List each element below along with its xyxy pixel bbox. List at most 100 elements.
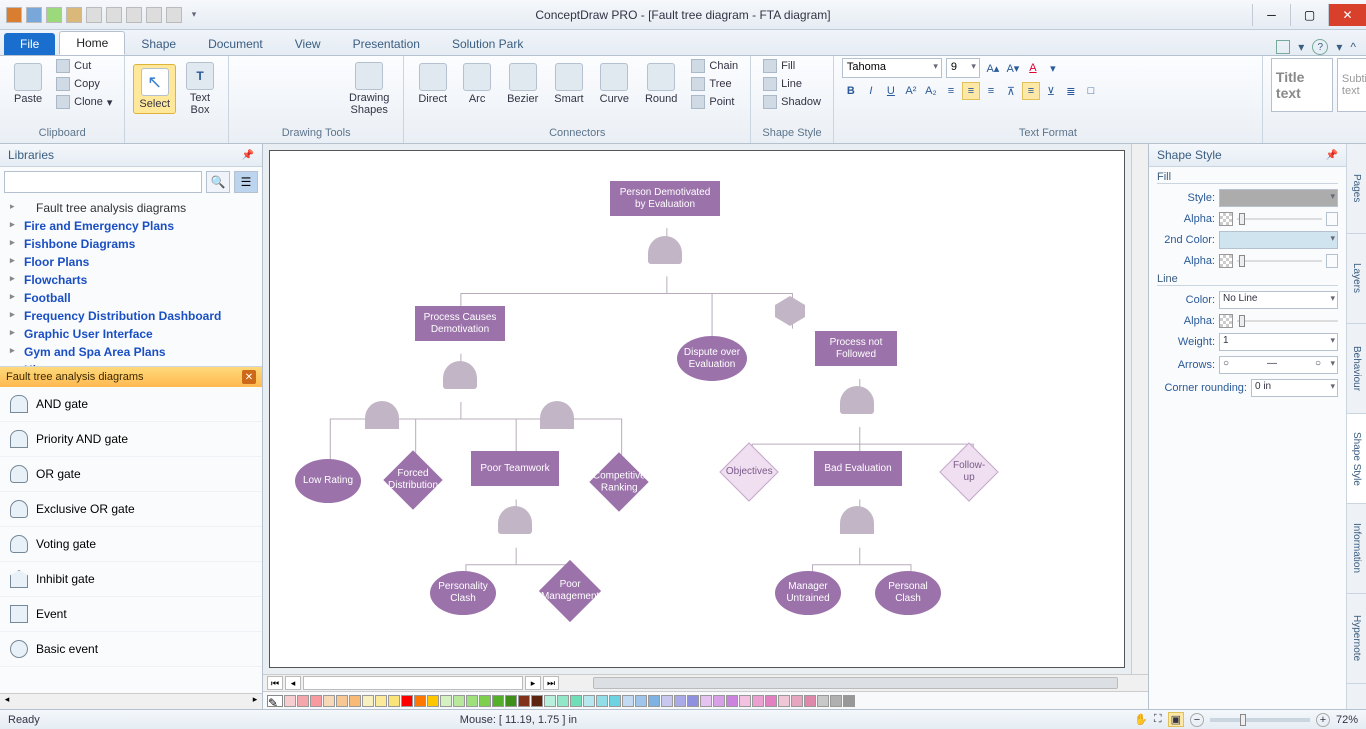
- library-tree[interactable]: Fault tree analysis diagrams Fire and Em…: [0, 197, 262, 367]
- pin-icon[interactable]: 📌: [1326, 150, 1338, 161]
- window-options-icon[interactable]: [1276, 40, 1290, 54]
- alpha-button[interactable]: [1326, 212, 1338, 226]
- bezier-button[interactable]: Bezier: [501, 59, 544, 109]
- pin-icon[interactable]: 📌: [242, 150, 254, 161]
- help-icon[interactable]: ?: [1312, 39, 1328, 55]
- scroll-thumb[interactable]: [593, 677, 1118, 689]
- color-swatch[interactable]: [323, 695, 335, 707]
- tab-pages[interactable]: Pages: [1347, 144, 1366, 234]
- color-swatch[interactable]: [466, 695, 478, 707]
- tree-node[interactable]: Fire and Emergency Plans: [4, 217, 258, 235]
- tab-shape-style[interactable]: Shape Style: [1347, 414, 1366, 504]
- point-button[interactable]: Point: [687, 94, 742, 110]
- copy-button[interactable]: Copy: [52, 76, 116, 92]
- subscript-icon[interactable]: A₂: [922, 82, 940, 100]
- tree-node[interactable]: Fault tree analysis diagrams: [4, 199, 258, 217]
- color-swatch[interactable]: [804, 695, 816, 707]
- color-swatch[interactable]: [362, 695, 374, 707]
- draw-tool-icon[interactable]: [321, 91, 337, 107]
- diagram-transfer[interactable]: Objectives: [719, 442, 778, 501]
- diagram-event[interactable]: Person Demotivated by Evaluation: [610, 181, 720, 216]
- diagram-event[interactable]: Poor Teamwork: [471, 451, 559, 486]
- qat-icon[interactable]: [106, 7, 122, 23]
- zoom-slider[interactable]: [1210, 718, 1310, 722]
- direct-button[interactable]: Direct: [412, 59, 453, 109]
- draw-tool-icon[interactable]: [258, 91, 274, 107]
- tree-node[interactable]: Gym and Spa Area Plans: [4, 343, 258, 361]
- color-swatch[interactable]: [687, 695, 699, 707]
- tab-shape[interactable]: Shape: [125, 33, 192, 55]
- view-icon[interactable]: ⛶: [1154, 713, 1162, 726]
- zoom-out-button[interactable]: −: [1190, 713, 1204, 727]
- maximize-button[interactable]: ▢: [1290, 4, 1328, 26]
- draw-tool-icon[interactable]: [321, 72, 337, 88]
- arrows-select[interactable]: ○—○: [1219, 356, 1338, 374]
- second-color-select[interactable]: [1219, 231, 1338, 249]
- alpha-swatch[interactable]: [1219, 212, 1233, 226]
- diagram-transfer[interactable]: Follow-up: [939, 442, 998, 501]
- diagram-and-gate[interactable]: [365, 401, 399, 429]
- alpha-slider[interactable]: [1237, 212, 1322, 226]
- diagram-event[interactable]: Process Causes Demotivation: [415, 306, 505, 341]
- draw-tool-icon[interactable]: [237, 72, 253, 88]
- color-swatch[interactable]: [648, 695, 660, 707]
- curve-button[interactable]: Curve: [594, 59, 635, 109]
- tab-solution-park[interactable]: Solution Park: [436, 33, 539, 55]
- color-swatch[interactable]: [336, 695, 348, 707]
- color-swatch[interactable]: [700, 695, 712, 707]
- fit-icon[interactable]: ▣: [1168, 712, 1184, 727]
- color-swatch[interactable]: [440, 695, 452, 707]
- color-swatch[interactable]: [531, 695, 543, 707]
- search-button[interactable]: 🔍: [206, 171, 230, 193]
- color-swatch[interactable]: [817, 695, 829, 707]
- dropdown-icon[interactable]: ▾: [1336, 40, 1342, 54]
- diagram-and-gate[interactable]: [840, 506, 874, 534]
- color-swatch[interactable]: [297, 695, 309, 707]
- diagram-basic-event[interactable]: Low Rating: [295, 459, 361, 503]
- font-shrink-icon[interactable]: A▾: [1004, 59, 1022, 77]
- shadow-button[interactable]: Shadow: [759, 94, 825, 110]
- brush-icon[interactable]: ✎: [267, 695, 283, 707]
- tree-button[interactable]: Tree: [687, 76, 742, 92]
- alpha-swatch[interactable]: [1219, 254, 1233, 268]
- close-section-icon[interactable]: ✕: [242, 370, 256, 384]
- color-swatch[interactable]: [622, 695, 634, 707]
- shape-item[interactable]: Inhibit gate: [0, 562, 262, 597]
- draw-tool-icon[interactable]: [300, 91, 316, 107]
- diagram-and-gate[interactable]: [540, 401, 574, 429]
- tab-layers[interactable]: Layers: [1347, 234, 1366, 324]
- color-swatch[interactable]: [427, 695, 439, 707]
- page-last-icon[interactable]: ⏭: [543, 676, 559, 690]
- color-swatch[interactable]: [635, 695, 647, 707]
- shape-item[interactable]: Voting gate: [0, 527, 262, 562]
- corner-rounding-input[interactable]: 0 in: [1251, 379, 1338, 397]
- tab-behaviour[interactable]: Behaviour: [1347, 324, 1366, 414]
- alpha-swatch[interactable]: [1219, 314, 1233, 328]
- font-size-select[interactable]: 9: [946, 58, 980, 78]
- diagram-basic-event[interactable]: Personal Clash: [875, 571, 941, 615]
- color-swatch[interactable]: [453, 695, 465, 707]
- qat-icon[interactable]: [146, 7, 162, 23]
- diagram-basic-event[interactable]: Dispute over Evaluation: [677, 336, 747, 381]
- underline-icon[interactable]: U: [882, 82, 900, 100]
- font-more-icon[interactable]: ▾: [1044, 59, 1062, 77]
- color-swatch[interactable]: [375, 695, 387, 707]
- align-center-icon[interactable]: ≡: [962, 82, 980, 100]
- color-swatch[interactable]: [765, 695, 777, 707]
- color-swatch[interactable]: [713, 695, 725, 707]
- qat-icon[interactable]: [66, 7, 82, 23]
- bold-icon[interactable]: B: [842, 82, 860, 100]
- qat-icon[interactable]: [86, 7, 102, 23]
- color-swatch[interactable]: [349, 695, 361, 707]
- page-tab[interactable]: [303, 676, 523, 690]
- list-icon[interactable]: ≣: [1062, 82, 1080, 100]
- qat-icon[interactable]: [166, 7, 182, 23]
- color-swatch[interactable]: [570, 695, 582, 707]
- draw-tool-icon[interactable]: [300, 72, 316, 88]
- round-button[interactable]: Round: [639, 59, 683, 109]
- color-swatch[interactable]: [661, 695, 673, 707]
- cut-button[interactable]: Cut: [52, 58, 116, 74]
- tab-view[interactable]: View: [279, 33, 337, 55]
- color-swatch[interactable]: [752, 695, 764, 707]
- color-swatch[interactable]: [674, 695, 686, 707]
